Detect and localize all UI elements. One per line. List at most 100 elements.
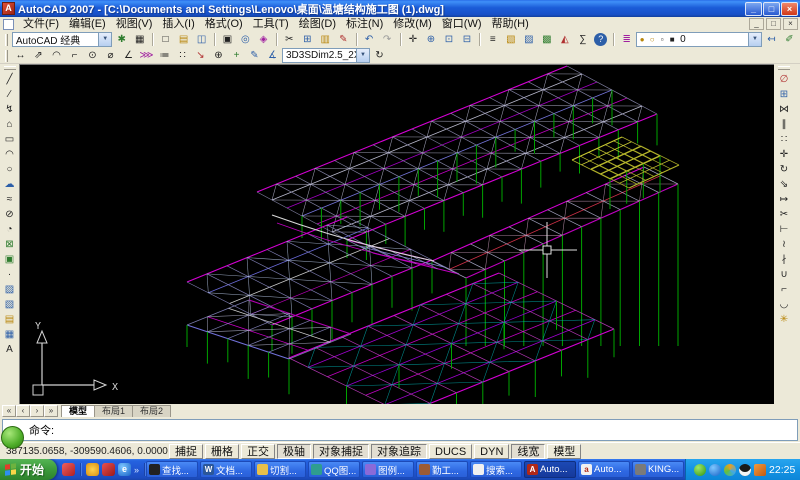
dim-ordinate-icon[interactable]: ⌐	[66, 48, 83, 63]
menu-dimension[interactable]: 标注(N)	[341, 17, 388, 31]
polyline-icon[interactable]: ↯	[1, 102, 18, 117]
tab-layout1[interactable]: 布局1	[94, 405, 133, 417]
tool-palettes-icon[interactable]: ▨	[520, 32, 537, 47]
start-button[interactable]: 开始	[0, 459, 57, 480]
plot-icon[interactable]: ▣	[219, 32, 236, 47]
workspace-settings-icon[interactable]: ✱	[113, 32, 130, 47]
table-icon[interactable]: ▦	[1, 327, 18, 342]
toolbar-grip[interactable]	[5, 50, 8, 62]
tray-qq-icon[interactable]	[739, 464, 751, 476]
toggle-grid[interactable]: 栅格	[205, 444, 239, 459]
task-legend[interactable]: 图例...	[362, 461, 414, 478]
menu-view[interactable]: 视图(V)	[111, 17, 158, 31]
menu-file[interactable]: 文件(F)	[18, 17, 64, 31]
insert-block-icon[interactable]: ⊠	[1, 237, 18, 252]
dim-radius-icon[interactable]: ⊙	[84, 48, 101, 63]
minimize-button[interactable]: _	[745, 2, 762, 16]
zoom-previous-icon[interactable]: ⊟	[458, 32, 475, 47]
explode-icon[interactable]: ✳	[776, 312, 793, 327]
line-icon[interactable]: ╱	[1, 72, 18, 87]
point-icon[interactable]: ·	[1, 267, 18, 282]
menu-tools[interactable]: 工具(T)	[248, 17, 294, 31]
dim-arc-icon[interactable]: ◠	[48, 48, 65, 63]
toggle-lineweight[interactable]: 线宽	[511, 444, 545, 459]
floating-badge-icon[interactable]	[1, 426, 24, 449]
task-autocad-2[interactable]: aAuto...	[578, 461, 630, 478]
quick-dimension-icon[interactable]: ⋙	[138, 48, 155, 63]
polygon-icon[interactable]: ⌂	[1, 117, 18, 132]
make-object-layer-icon[interactable]: ✐	[781, 32, 798, 47]
sheet-set-icon[interactable]: ▩	[538, 32, 555, 47]
chevron-down-icon[interactable]: ▼	[356, 49, 369, 62]
dim-text-edit-icon[interactable]: ∡	[264, 48, 281, 63]
toolbar-grip[interactable]	[5, 34, 8, 46]
toggle-otrack[interactable]: 对象追踪	[371, 444, 427, 459]
tray-globe-icon[interactable]	[724, 464, 736, 476]
trim-icon[interactable]: ✂	[776, 207, 793, 222]
ellipse-icon[interactable]: ⊘	[1, 207, 18, 222]
tray-orange-icon[interactable]	[754, 464, 766, 476]
tab-next-button[interactable]: ›	[30, 405, 44, 417]
circle-icon[interactable]: ○	[1, 162, 18, 177]
quickcalc-icon[interactable]: ∑	[574, 32, 591, 47]
launcher-icon[interactable]	[62, 463, 75, 476]
menu-draw[interactable]: 绘图(D)	[294, 17, 341, 31]
publish-icon[interactable]: ◈	[255, 32, 272, 47]
join-icon[interactable]: ∪	[776, 267, 793, 282]
tab-prev-button[interactable]: ‹	[16, 405, 30, 417]
zoom-window-icon[interactable]: ⊡	[440, 32, 457, 47]
toggle-snap[interactable]: 捕捉	[169, 444, 203, 459]
cut-icon[interactable]: ✂	[281, 32, 298, 47]
break-icon[interactable]: ∤	[776, 252, 793, 267]
dim-linear-icon[interactable]: ↔	[12, 48, 29, 63]
restore-button[interactable]: □	[763, 2, 780, 16]
copy-icon[interactable]: ⊞	[299, 32, 316, 47]
markup-icon[interactable]: ◭	[556, 32, 573, 47]
dim-update-icon[interactable]: ↻	[371, 48, 388, 63]
dim-diameter-icon[interactable]: ⌀	[102, 48, 119, 63]
close-button[interactable]: ×	[781, 2, 798, 16]
array-icon[interactable]: ∷	[776, 132, 793, 147]
show-desktop-icon[interactable]	[102, 463, 115, 476]
zoom-realtime-icon[interactable]: ⊕	[422, 32, 439, 47]
chevron-more-icon[interactable]: »	[134, 465, 139, 475]
center-mark-icon[interactable]: +	[228, 48, 245, 63]
doc-restore-button[interactable]: □	[766, 18, 781, 30]
help-icon[interactable]: ?	[594, 33, 607, 46]
spline-icon[interactable]: ≈	[1, 192, 18, 207]
pan-icon[interactable]: ✛	[404, 32, 421, 47]
task-find[interactable]: 查找...	[146, 461, 198, 478]
task-king[interactable]: KING...	[632, 461, 684, 478]
tab-layout2[interactable]: 布局2	[132, 405, 171, 417]
match-properties-icon[interactable]: ✎	[335, 32, 352, 47]
paste-icon[interactable]: ▥	[317, 32, 334, 47]
menu-help[interactable]: 帮助(H)	[487, 17, 534, 31]
fillet-icon[interactable]: ◡	[776, 297, 793, 312]
internet-explorer-icon[interactable]: e	[118, 463, 131, 476]
toggle-dyn[interactable]: DYN	[474, 444, 509, 459]
revision-cloud-icon[interactable]: ☁	[1, 177, 18, 192]
task-qq-image[interactable]: QQ图...	[308, 461, 360, 478]
drawing-area[interactable]: Y X	[19, 64, 774, 404]
properties-icon[interactable]: ≡	[484, 32, 501, 47]
mirror-icon[interactable]: ⋈	[776, 102, 793, 117]
extend-icon[interactable]: ⊢	[776, 222, 793, 237]
save-icon[interactable]: ◫	[193, 32, 210, 47]
make-block-icon[interactable]: ▣	[1, 252, 18, 267]
task-search[interactable]: 搜索...	[470, 461, 522, 478]
toolbar-grip[interactable]	[4, 66, 16, 70]
undo-icon[interactable]: ↶	[361, 32, 378, 47]
command-input[interactable]: 命令:	[2, 419, 798, 441]
doc-close-button[interactable]: ×	[783, 18, 798, 30]
task-qingong[interactable]: 勤工...	[416, 461, 468, 478]
redo-icon[interactable]: ↷	[379, 32, 396, 47]
media-icon[interactable]	[86, 463, 99, 476]
dim-aligned-icon[interactable]: ⇗	[30, 48, 47, 63]
task-document[interactable]: W文档...	[200, 461, 252, 478]
copy-object-icon[interactable]: ⊞	[776, 87, 793, 102]
toggle-osnap[interactable]: 对象捕捉	[313, 444, 369, 459]
offset-icon[interactable]: ∥	[776, 117, 793, 132]
chevron-down-icon[interactable]: ▼	[98, 33, 111, 46]
gradient-icon[interactable]: ▧	[1, 297, 18, 312]
dim-continue-icon[interactable]: ∷	[174, 48, 191, 63]
